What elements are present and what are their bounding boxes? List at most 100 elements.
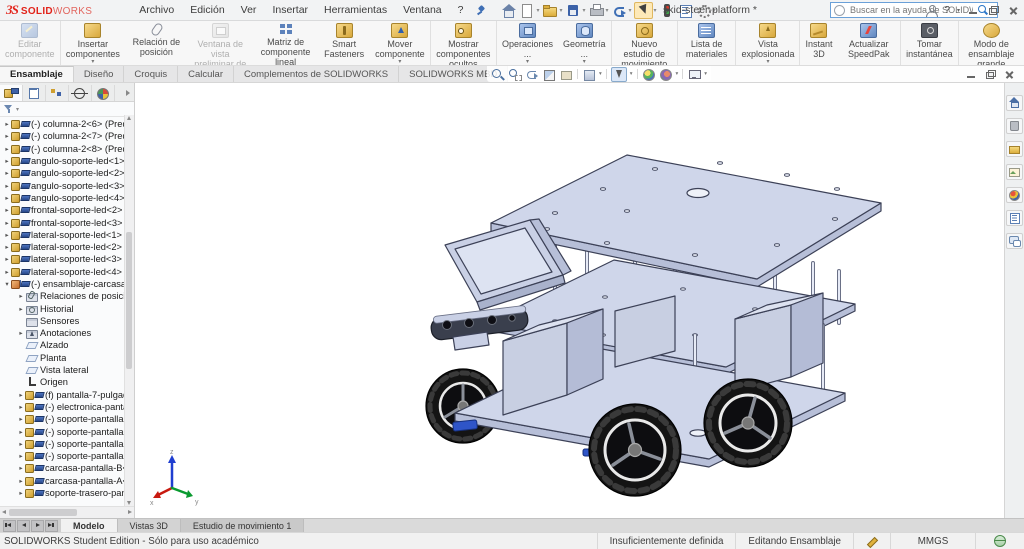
expand-arrow-icon[interactable]: ▸ xyxy=(17,428,25,436)
scroll-up-icon[interactable] xyxy=(127,116,131,120)
expand-arrow-icon[interactable]: ▸ xyxy=(3,145,11,153)
expand-arrow-icon[interactable]: ▸ xyxy=(17,440,25,448)
scroll-right-icon[interactable] xyxy=(128,510,132,514)
expand-arrow-icon[interactable]: ▸ xyxy=(17,403,25,411)
scroll-left-icon[interactable] xyxy=(2,510,6,514)
appearances-scenes-icon[interactable] xyxy=(1006,187,1023,203)
chevron-down-icon[interactable]: ▾ xyxy=(599,71,602,77)
expand-arrow-icon[interactable]: ▸ xyxy=(17,391,25,399)
menu-item[interactable]: Insertar xyxy=(265,2,315,18)
chevron-down-icon[interactable]: ▾ xyxy=(957,7,960,14)
ribbon-button[interactable]: Operaciones ... ▾ xyxy=(496,21,558,65)
ribbon-button[interactable]: Geometría ... ▾ xyxy=(558,21,611,65)
tree-item[interactable]: ▸ soporte-trasero-pantall xyxy=(0,487,134,499)
expand-arrow-icon[interactable]: ▸ xyxy=(3,132,11,140)
expand-arrow-icon[interactable]: ▸ xyxy=(3,243,11,251)
tree-item[interactable]: ▸ (-) electronica-pantalla- xyxy=(0,401,134,413)
units-selector[interactable]: MMGS xyxy=(890,533,975,549)
doc-close-icon[interactable] xyxy=(1003,68,1016,80)
tree-item[interactable]: ▸ lateral-soporte-led<2> (Pre xyxy=(0,241,134,253)
tree-item[interactable]: ▸ (-) soporte-pantalla<3> xyxy=(0,438,134,450)
ribbon-button[interactable]: Mover componente ▾ xyxy=(370,21,430,65)
expand-arrow-icon[interactable]: ▸ xyxy=(17,305,25,313)
configurationmanager-tab-icon[interactable] xyxy=(46,85,69,101)
annotation-views-icon[interactable] xyxy=(559,68,573,81)
display-style-icon[interactable] xyxy=(611,67,627,82)
design-library-icon[interactable] xyxy=(1006,118,1023,134)
menu-item[interactable]: Edición xyxy=(183,2,231,18)
expand-arrow-icon[interactable]: ▸ xyxy=(17,415,25,423)
menu-item[interactable]: Herramientas xyxy=(317,2,394,18)
chevron-down-icon[interactable]: ▾ xyxy=(536,7,539,14)
tree-item[interactable]: ▸ lateral-soporte-led<1> (Pre xyxy=(0,229,134,241)
expand-arrow-icon[interactable]: ▾ xyxy=(3,280,11,288)
search-scope-icon[interactable] xyxy=(834,5,845,16)
graphics-viewport[interactable]: z x y xyxy=(135,83,1004,518)
tree-item[interactable]: ▸ angulo-soporte-led<1> (Pr xyxy=(0,155,134,167)
expand-arrow-icon[interactable]: ▸ xyxy=(3,206,11,214)
expand-arrow-icon[interactable]: ▸ xyxy=(17,477,25,485)
expand-arrow-icon[interactable]: ▸ xyxy=(17,464,25,472)
tree-item[interactable]: Planta xyxy=(0,352,134,364)
expand-arrow-icon[interactable]: ▸ xyxy=(17,329,25,337)
ribbon-button[interactable]: Modo de ensamblaje grande xyxy=(958,21,1024,65)
ribbon-button[interactable]: Instant 3D xyxy=(799,21,837,65)
tree-item[interactable]: ▸ angulo-soporte-led<2> (Pr xyxy=(0,167,134,179)
custom-properties-icon[interactable] xyxy=(1006,210,1023,226)
ribbon-button[interactable]: Tomar instantánea xyxy=(900,21,958,65)
ribbon-button[interactable]: Vista explosionada ▾ xyxy=(735,21,799,65)
open-icon[interactable] xyxy=(541,3,558,18)
tree-item[interactable]: ▸ (f) pantalla-7-pulgadas xyxy=(0,389,134,401)
model-tab[interactable]: Modelo xyxy=(61,519,118,532)
tree-horizontal-scrollbar[interactable] xyxy=(0,506,134,518)
tree-item[interactable]: ▸ (-) columna-2<8> (Predete xyxy=(0,143,134,155)
tree-item[interactable]: ▸ Anotaciones xyxy=(0,327,134,339)
solidworks-resources-icon[interactable] xyxy=(1006,95,1023,111)
tree-item[interactable]: ▸ lateral-soporte-led<4> (Pre xyxy=(0,266,134,278)
tree-item[interactable]: ▸ (-) soporte-pantalla<1> xyxy=(0,413,134,425)
apply-scene-icon[interactable] xyxy=(659,68,673,81)
help-button[interactable]: ? xyxy=(944,5,950,16)
ribbon-button[interactable]: Insertar componentes ▾ xyxy=(60,21,126,65)
displaymanager-tab-icon[interactable] xyxy=(92,85,115,101)
section-view-icon[interactable] xyxy=(542,68,556,81)
chevron-down-icon[interactable]: ▾ xyxy=(676,71,679,77)
expand-arrow-icon[interactable]: ▸ xyxy=(3,219,11,227)
solidworks-forum-icon[interactable] xyxy=(1006,233,1023,249)
ribbon-button[interactable]: Editar componente xyxy=(0,21,60,65)
command-tab[interactable]: Croquis xyxy=(124,66,178,82)
ribbon-button[interactable]: Lista de materiales xyxy=(677,21,736,65)
expand-arrow-icon[interactable]: ▸ xyxy=(3,255,11,263)
command-tab[interactable]: Calcular xyxy=(178,66,234,82)
scrollbar-thumb[interactable] xyxy=(9,509,77,516)
next-tab-icon[interactable] xyxy=(31,520,44,532)
expand-arrow-icon[interactable]: ▸ xyxy=(3,231,11,239)
expand-arrow-icon[interactable]: ▸ xyxy=(3,120,11,128)
tree-item[interactable]: Origen xyxy=(0,376,134,388)
doc-minimize-icon[interactable] xyxy=(965,68,978,80)
tree-item[interactable]: ▸ angulo-soporte-led<4> (Pr xyxy=(0,192,134,204)
dimxpertmanager-tab-icon[interactable] xyxy=(69,85,92,101)
new-document-icon[interactable] xyxy=(518,3,535,18)
ribbon-button[interactable]: Relación de posición xyxy=(125,21,187,65)
ribbon-button[interactable]: Ventana de vista preliminar de component… xyxy=(188,21,253,65)
tree-item[interactable]: ▸ frontal-soporte-led<2> (Pr xyxy=(0,204,134,216)
tree-item[interactable]: ▸ Relaciones de posición en s xyxy=(0,290,134,302)
propertymanager-tab-icon[interactable] xyxy=(23,85,46,101)
globe-icon[interactable] xyxy=(994,535,1006,547)
doc-restore-icon[interactable] xyxy=(984,68,997,80)
last-tab-icon[interactable] xyxy=(45,520,58,532)
menu-item[interactable]: Ventana xyxy=(396,2,449,18)
tree-item[interactable]: ▸ carcasa-pantalla-B<1> xyxy=(0,462,134,474)
filter-funnel-icon[interactable] xyxy=(4,104,14,114)
tree-item[interactable]: ▸ (-) soporte-pantalla<2> xyxy=(0,425,134,437)
menu-item[interactable]: Ver xyxy=(234,2,264,18)
scrollbar-thumb[interactable] xyxy=(126,232,132,369)
tree-vertical-scrollbar[interactable] xyxy=(124,115,134,506)
ribbon-button[interactable]: Mostrar componentes ocultos ▾ xyxy=(430,21,496,65)
previous-tab-icon[interactable] xyxy=(17,520,30,532)
edit-appearance-icon[interactable] xyxy=(642,68,656,81)
tree-item[interactable]: ▸ lateral-soporte-led<3> (Pre xyxy=(0,253,134,265)
user-account-icon[interactable] xyxy=(925,4,937,16)
tree-item[interactable]: ▸ (-) columna-2<7> (Predete xyxy=(0,130,134,142)
